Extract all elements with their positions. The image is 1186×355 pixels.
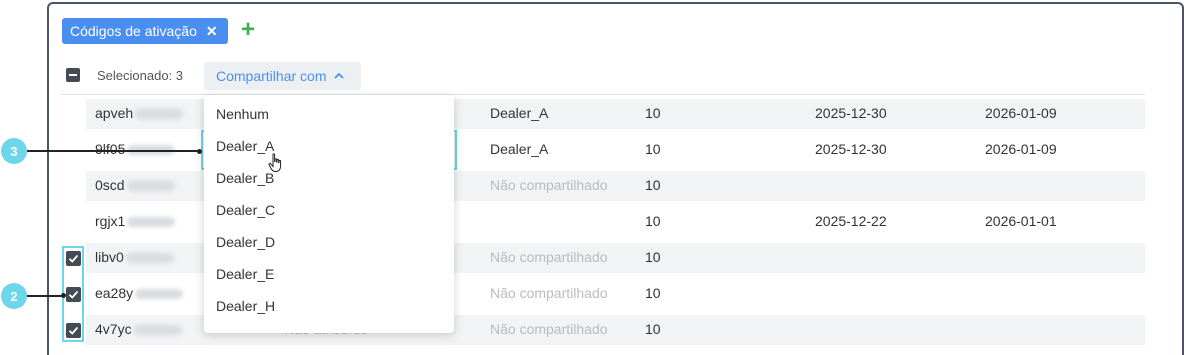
quantity-cell-text: 10 [645,285,661,301]
dealer-cell: Dealer_A [490,105,548,121]
filter-tag[interactable]: Códigos de ativação ✕ [62,18,228,44]
start-date-cell: 2025-12-22 [815,213,887,229]
dropdown-option[interactable]: Dealer_E [216,266,274,282]
start-date-cell: 2025-12-30 [815,105,887,121]
code-cell-text: apveh [95,105,134,121]
dealer-cell-text: Não compartilhado [490,285,608,301]
close-icon[interactable]: ✕ [206,23,218,40]
quantity-cell: 10 [645,105,661,121]
share-with-button[interactable]: Compartilhar com [204,62,361,90]
end-date-cell: 2026-01-09 [985,105,1057,121]
code-cell-text: 4v7yc [95,321,132,337]
code-cell: ea28y [95,285,184,301]
selected-count: Selecionado: 3 [97,68,184,83]
start-date-cell-text: 2025-12-30 [815,141,887,157]
code-cell: apveh [95,105,184,121]
dealer-cell-text: Não compartilhado [490,177,608,193]
callout-3-leader-line [27,150,201,152]
dropdown-option[interactable]: Dealer_B [216,170,274,186]
start-date-cell: 2025-12-30 [815,141,887,157]
code-cell-text: 0scd [95,177,125,193]
redacted-code-suffix [133,325,182,336]
hand-pointer-icon [268,153,282,172]
quantity-cell-text: 10 [645,321,661,337]
code-cell: 4v7yc [95,321,182,337]
quantity-cell-text: 10 [645,177,661,193]
callout-2-marker: 2 [1,283,27,309]
dealer-cell: Dealer_A [490,141,548,157]
code-cell: rgjx1 [95,213,176,229]
code-cell-text: libv0 [95,249,124,265]
quantity-cell-text: 10 [645,249,661,265]
end-date-cell-text: 2026-01-09 [985,105,1057,121]
dropdown-option[interactable]: Dealer_A [216,138,274,154]
dropdown-option[interactable]: Nenhum [216,106,269,122]
quantity-cell: 10 [645,285,661,301]
select-all-checkbox[interactable] [66,68,80,82]
code-cell: libv0 [95,249,174,265]
dealer-cell-text: Não compartilhado [490,321,608,337]
redacted-code-suffix [127,217,176,228]
dealer-cell-text: Dealer_A [490,105,549,121]
dropdown-option[interactable]: Dealer_D [216,234,275,250]
dealer-cell: Não compartilhado [490,177,608,193]
dealer-cell: Não compartilhado [490,321,608,337]
quantity-cell: 10 [645,249,661,265]
dropdown-option[interactable]: Dealer_C [216,202,275,218]
dealer-cell-text: Não compartilhado [490,249,608,265]
share-with-label: Compartilhar com [216,68,327,84]
quantity-cell-text: 10 [645,213,661,229]
dealer-cell: Não compartilhado [490,285,608,301]
redacted-code-suffix [126,181,175,192]
end-date-cell-text: 2026-01-01 [985,213,1057,229]
code-cell-text: 9lf05 [95,141,126,157]
code-cell: 0scd [95,177,175,193]
code-cell: 9lf05 [95,141,176,157]
callout-2-leader-line [27,295,65,297]
callout-3-marker: 3 [1,138,27,164]
quantity-cell: 10 [645,177,661,193]
redacted-code-suffix [125,253,174,264]
end-date-cell-text: 2026-01-09 [985,141,1057,157]
dealer-cell: Não compartilhado [490,249,608,265]
filter-tag-label: Códigos de ativação [70,23,197,39]
code-cell-text: ea28y [95,285,134,301]
dealer-cell-text: Dealer_A [490,141,549,157]
add-icon[interactable]: + [238,17,258,43]
quantity-cell: 10 [645,321,661,337]
quantity-cell-text: 10 [645,141,661,157]
redacted-code-suffix [135,109,184,120]
share-dropdown-menu: Nenhum Dealer_A Dealer_B Dealer_C Dealer_D De… [204,95,454,333]
quantity-cell: 10 [645,141,661,157]
dropdown-option[interactable]: Dealer_H [216,298,275,314]
callout-3-dot [197,148,202,154]
chevron-up-icon [334,71,345,82]
start-date-cell-text: 2025-12-22 [815,213,887,229]
redacted-code-suffix [135,289,184,300]
end-date-cell: 2026-01-09 [985,141,1057,157]
quantity-cell: 10 [645,213,661,229]
start-date-cell-text: 2025-12-30 [815,105,887,121]
callout-2-dot [61,293,66,298]
end-date-cell: 2026-01-01 [985,213,1057,229]
code-cell-text: rgjx1 [95,213,126,229]
quantity-cell-text: 10 [645,105,661,121]
